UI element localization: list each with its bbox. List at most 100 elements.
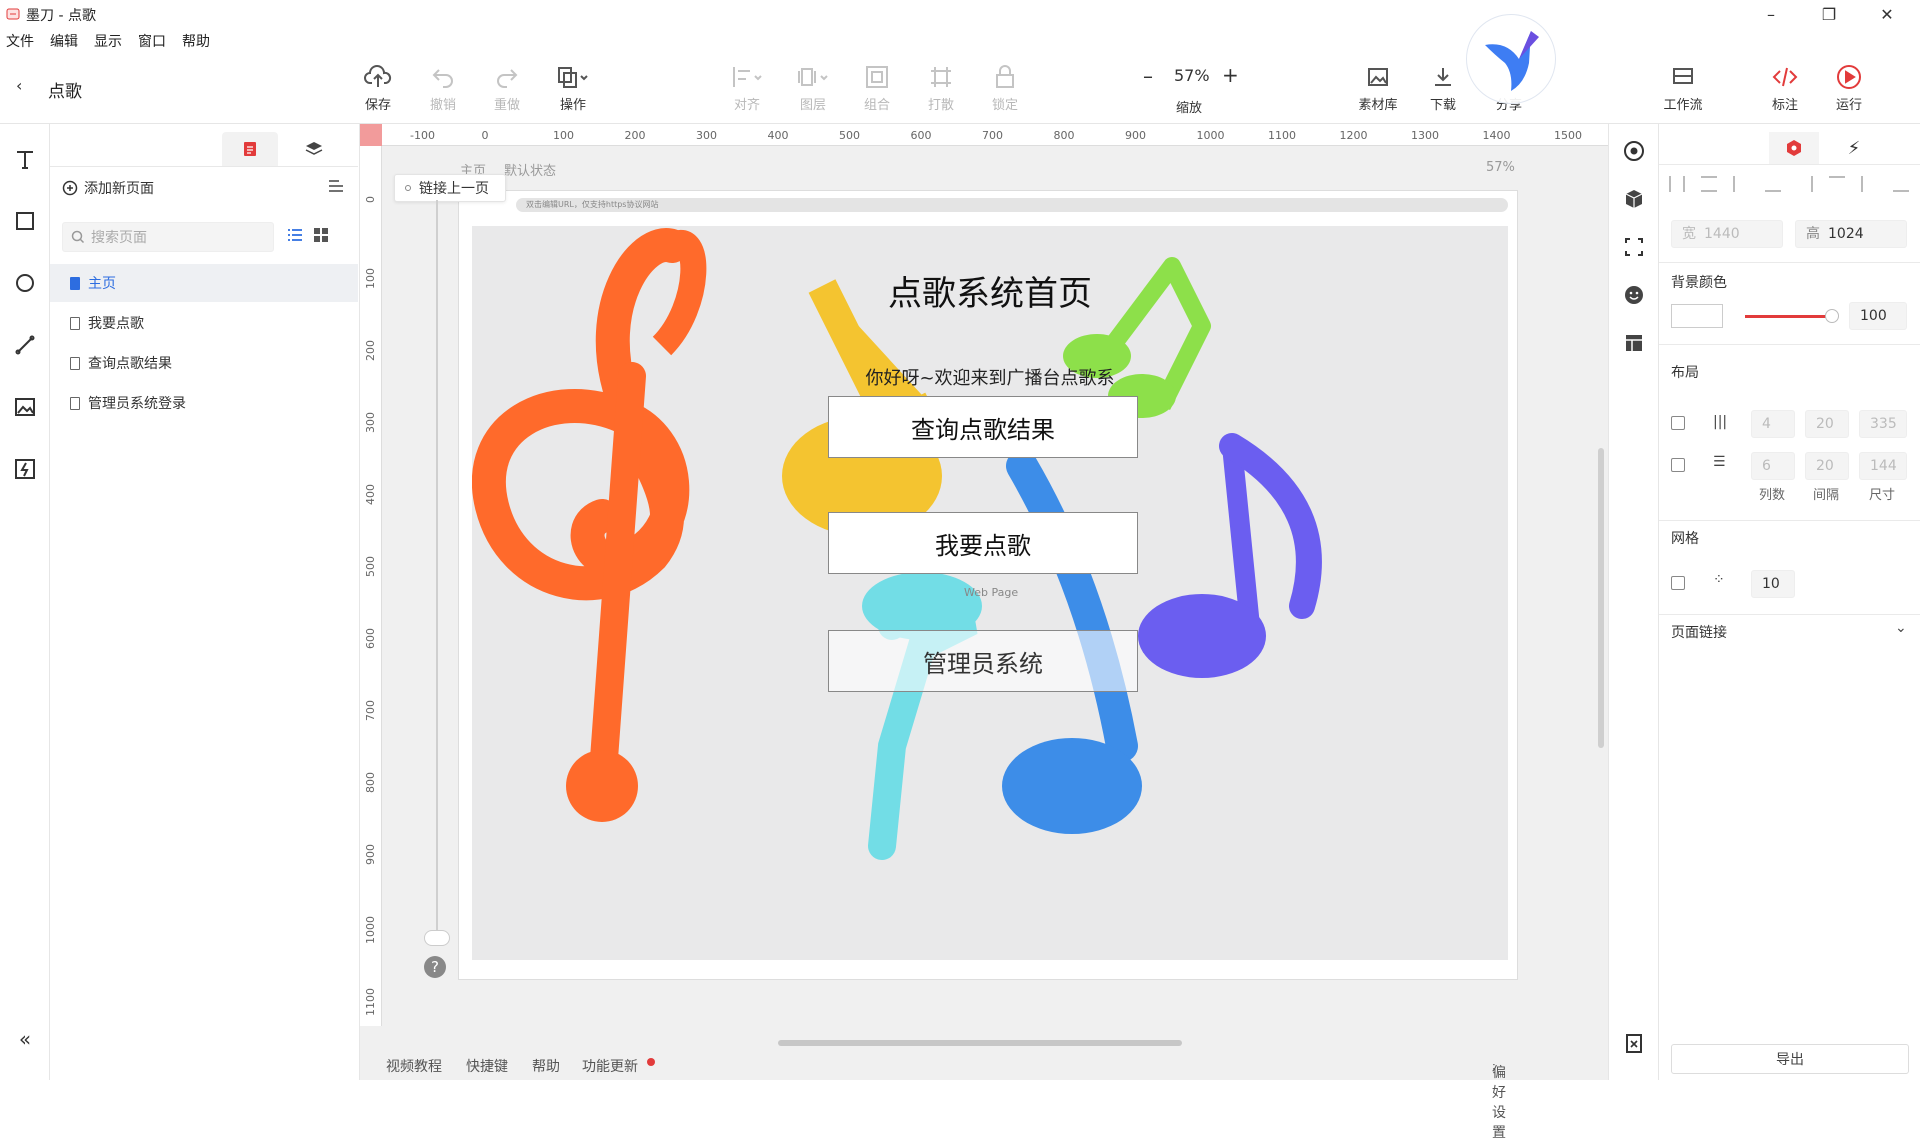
cube-icon[interactable] <box>1619 184 1649 214</box>
rectangle-tool[interactable] <box>10 206 40 236</box>
annotate-button[interactable]: 标注 <box>1760 62 1810 113</box>
align-left-icon[interactable] <box>1733 176 1749 192</box>
align-distribute-v-icon[interactable] <box>1701 176 1717 192</box>
ungroup-button[interactable]: 打散 <box>916 62 966 113</box>
workflow-button[interactable]: 工作流 <box>1658 62 1708 113</box>
grid-checkbox[interactable] <box>1671 576 1685 590</box>
minimize-button[interactable]: – <box>1742 0 1800 28</box>
help-icon[interactable]: ? <box>424 956 446 978</box>
menu-file[interactable]: 文件 <box>6 31 34 51</box>
vertical-scrollbar[interactable] <box>1598 448 1604 748</box>
ruler-tick-label: 100 <box>553 129 574 142</box>
align-bottom-icon[interactable] <box>1893 176 1909 192</box>
page-item-query[interactable]: 查询点歌结果 <box>50 344 358 382</box>
video-tutorial-link[interactable]: 视频教程 <box>386 1056 442 1076</box>
restore-button[interactable]: ❐ <box>1800 0 1858 28</box>
opacity-field[interactable]: 100 <box>1849 302 1907 330</box>
download-button[interactable]: 下载 <box>1418 62 1468 113</box>
menu-view[interactable]: 显示 <box>94 31 122 51</box>
add-page-button[interactable]: 添加新页面 <box>62 178 154 198</box>
chevron-down-icon[interactable]: ⌄ <box>1895 620 1907 636</box>
align-center-v-icon[interactable] <box>1861 176 1877 192</box>
list-view-icon[interactable] <box>286 226 304 248</box>
query-results-button[interactable]: 查询点歌结果 <box>828 396 1138 458</box>
pages-panel: 添加新页面 搜索页面 主页 我要点歌 查询点歌结果 管理员系统登录 <box>50 124 360 1080</box>
save-button[interactable]: 保存 <box>353 62 403 113</box>
align-right-icon[interactable] <box>1797 176 1813 192</box>
text-tool[interactable] <box>10 144 40 174</box>
back-chevron-icon[interactable]: ‹ <box>16 76 22 95</box>
image-tool[interactable] <box>10 392 40 422</box>
layout-columns-checkbox[interactable] <box>1671 416 1685 430</box>
page-options-icon[interactable] <box>328 178 344 197</box>
assets-button[interactable]: 素材库 <box>1353 62 1403 113</box>
rows-count-field[interactable]: 6 <box>1751 452 1795 480</box>
help-link[interactable]: 帮助 <box>532 1056 560 1076</box>
scan-icon[interactable] <box>1619 232 1649 262</box>
link-prev-page-chip[interactable]: 链接上一页 <box>394 174 506 202</box>
horizontal-scrollbar[interactable] <box>778 1040 1182 1046</box>
col-header-gap: 间隔 <box>1813 488 1840 503</box>
tab-interactions[interactable]: ⚡ <box>1829 132 1879 164</box>
menu-window[interactable]: 窗口 <box>138 31 166 51</box>
page-icon <box>70 396 80 410</box>
zoom-in-button[interactable]: + <box>1222 63 1239 87</box>
ruler-tick-label: 300 <box>364 412 377 433</box>
opacity-slider-handle[interactable] <box>1825 309 1839 323</box>
updates-link[interactable]: 功能更新 <box>582 1056 638 1076</box>
align-center-h-icon[interactable] <box>1765 176 1781 192</box>
height-field[interactable]: 高 1024 <box>1795 220 1907 248</box>
zoom-out-button[interactable]: – <box>1143 64 1153 88</box>
width-field[interactable]: 宽 1440 <box>1671 220 1783 248</box>
operate-button[interactable]: 操作 <box>548 62 598 113</box>
grid-dots-icon: ⁘ <box>1713 572 1725 588</box>
page-item-home[interactable]: 主页 <box>50 264 358 302</box>
tab-pages[interactable] <box>222 132 278 166</box>
emoji-icon[interactable] <box>1619 280 1649 310</box>
run-button[interactable]: 运行 <box>1824 62 1874 113</box>
columns-gap-field[interactable]: 20 <box>1805 410 1849 438</box>
rows-gap-field[interactable]: 20 <box>1805 452 1849 480</box>
target-icon[interactable] <box>1619 136 1649 166</box>
group-button[interactable]: 组合 <box>852 62 902 113</box>
col-header-size: 尺寸 <box>1869 488 1896 503</box>
align-distribute-h-icon[interactable] <box>1669 176 1685 192</box>
shortcuts-link[interactable]: 快捷键 <box>466 1056 508 1076</box>
opacity-slider-track[interactable] <box>1745 315 1831 318</box>
align-top-icon[interactable] <box>1829 176 1845 192</box>
clipboard-trash-icon[interactable] <box>1619 1028 1649 1058</box>
columns-size-field[interactable]: 335 <box>1859 410 1907 438</box>
slider-handle[interactable] <box>424 930 450 946</box>
request-song-button[interactable]: 我要点歌 <box>828 512 1138 574</box>
page-search-field[interactable]: 搜索页面 <box>62 222 274 252</box>
menu-help[interactable]: 帮助 <box>182 31 210 51</box>
page-item-request[interactable]: 我要点歌 <box>50 304 358 342</box>
layout-rows-checkbox[interactable] <box>1671 458 1685 472</box>
lock-button[interactable]: 锁定 <box>980 62 1030 113</box>
url-bar[interactable]: 双击编辑URL，仅支持https协议网站 <box>516 198 1508 212</box>
admin-system-button[interactable]: 管理员系统 <box>828 630 1138 692</box>
align-button[interactable]: 对齐 <box>722 62 772 113</box>
tab-layers[interactable] <box>286 132 342 166</box>
undo-button[interactable]: 撤销 <box>418 62 468 113</box>
columns-count-field[interactable]: 4 <box>1751 410 1795 438</box>
bg-color-swatch[interactable] <box>1671 304 1723 328</box>
tab-properties[interactable] <box>1769 132 1819 164</box>
line-tool[interactable] <box>10 330 40 360</box>
redo-button[interactable]: 重做 <box>482 62 532 113</box>
grid-size-field[interactable]: 10 <box>1751 570 1795 598</box>
layer-button[interactable]: 图层 <box>788 62 838 113</box>
hotspot-tool[interactable] <box>10 454 40 484</box>
rows-size-field[interactable]: 144 <box>1859 452 1907 480</box>
layout-template-icon[interactable] <box>1619 328 1649 358</box>
export-button[interactable]: 导出 <box>1671 1044 1909 1074</box>
menu-edit[interactable]: 编辑 <box>50 31 78 51</box>
close-button[interactable]: ✕ <box>1858 0 1916 28</box>
page-icon <box>70 276 80 290</box>
ellipse-tool[interactable] <box>10 268 40 298</box>
grid-view-icon[interactable] <box>312 226 330 248</box>
properties-panel: ⚡ 宽 1440 高 1024 背景颜色 100 布局 ||| 4 20 335 ☰… <box>1658 124 1920 1080</box>
page-item-admin-login[interactable]: 管理员系统登录 <box>50 384 358 422</box>
collapse-panel-button[interactable]: « <box>10 1024 40 1054</box>
menu-bar: 文件 编辑 显示 窗口 帮助 <box>0 28 1920 54</box>
